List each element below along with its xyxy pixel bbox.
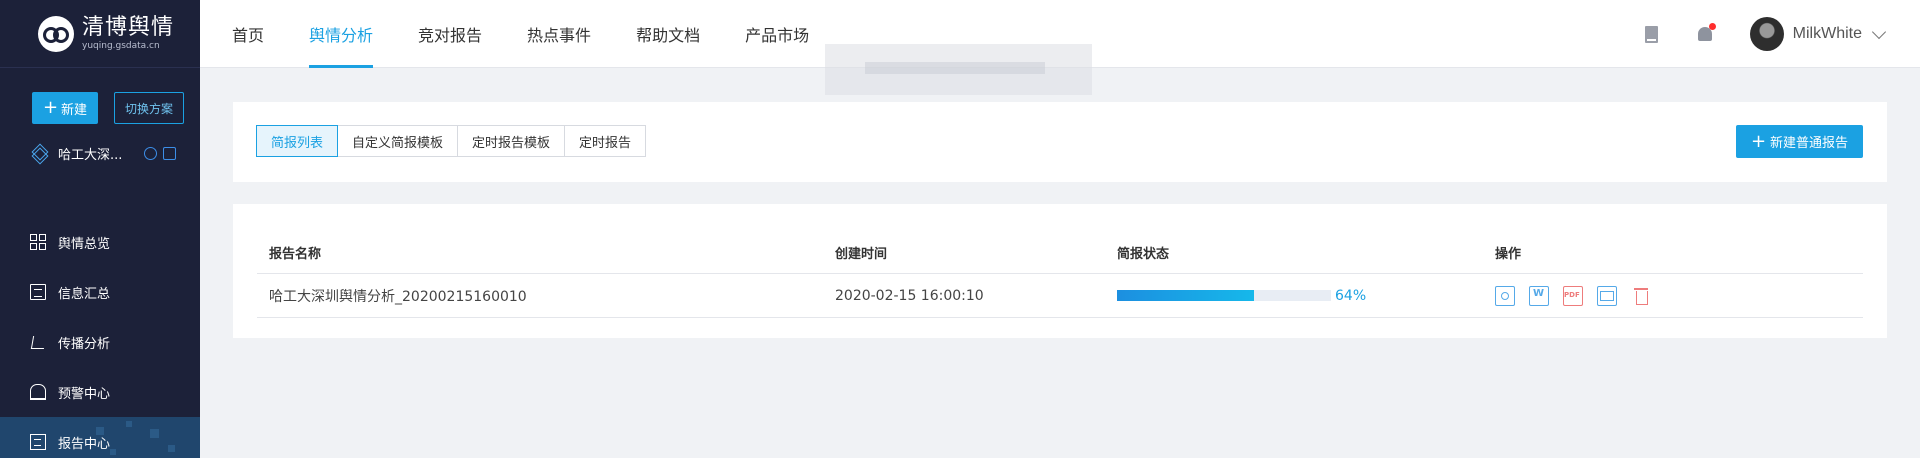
progress-percent: 64%: [1335, 287, 1367, 304]
grid-icon: [30, 234, 46, 250]
logo[interactable]: 清博舆情 yuqing.gsdata.cn: [0, 0, 200, 68]
new-scheme-label: 新建: [61, 102, 88, 118]
share-network-icon: [30, 334, 46, 350]
chevron-down-icon[interactable]: [1871, 24, 1887, 40]
report-status: 64%: [1117, 274, 1366, 317]
username[interactable]: MilkWhite: [1793, 25, 1862, 43]
book-icon[interactable]: [1644, 25, 1658, 43]
sidebar-item-report-center[interactable]: 报告中心: [0, 417, 200, 458]
pixel-decoration: [96, 427, 104, 435]
view-icon[interactable]: [1495, 285, 1515, 306]
report-tabs-panel: 简报列表 自定义简报模板 定时报告模板 定时报告 + 新建普通报告: [233, 102, 1887, 182]
edit-icon[interactable]: [163, 147, 176, 160]
brand-domain: yuqing.gsdata.cn: [82, 40, 160, 51]
sidebar-item-label: 舆情总览: [58, 236, 111, 252]
tab-scheduled-report[interactable]: 定时报告: [564, 125, 647, 157]
report-table: 报告名称 创建时间 简报状态 操作 哈工大深圳舆情分析_202002151600…: [233, 204, 1887, 338]
email-icon[interactable]: [1597, 285, 1617, 306]
column-header-actions: 操作: [1495, 247, 1522, 262]
sidebar-item-label: 报告中心: [58, 436, 111, 452]
sidebar-item-overview[interactable]: 舆情总览: [0, 217, 200, 267]
sidebar-item-alert-center[interactable]: 预警中心: [0, 367, 200, 417]
nav-hot-events[interactable]: 热点事件: [527, 0, 591, 68]
scheme-name: 哈工大深...: [58, 148, 123, 163]
tab-brief-list[interactable]: 简报列表: [256, 125, 339, 157]
nav-help-docs[interactable]: 帮助文档: [636, 0, 700, 68]
report-tabs: 简报列表 自定义简报模板 定时报告模板 定时报告: [256, 125, 647, 157]
row-actions: [1495, 274, 1651, 317]
nav-product-market[interactable]: 产品市场: [745, 0, 809, 68]
loading-toast: [825, 44, 1092, 95]
sidebar-nav: 舆情总览 信息汇总 传播分析 预警中心 报告中心: [0, 217, 200, 458]
word-export-icon[interactable]: [1529, 285, 1549, 306]
sidebar-item-label: 信息汇总: [58, 286, 111, 302]
sidebar-item-label: 预警中心: [58, 386, 111, 402]
plus-icon: +: [1750, 130, 1767, 152]
nav-competitor-report[interactable]: 竞对报告: [418, 0, 482, 68]
bell-icon[interactable]: [1697, 23, 1716, 41]
report-icon: [30, 434, 46, 450]
layers-icon: [32, 146, 48, 162]
nav-home[interactable]: 首页: [232, 0, 264, 68]
avatar[interactable]: [1749, 17, 1784, 51]
sidebar-item-info-summary[interactable]: 信息汇总: [0, 267, 200, 317]
tab-scheduled-template[interactable]: 定时报告模板: [457, 125, 566, 157]
sidebar: 清博舆情 yuqing.gsdata.cn + 新建 切换方案 哈工大深... …: [0, 0, 200, 458]
check-circle-icon[interactable]: [144, 147, 157, 160]
pixel-decoration: [110, 449, 116, 455]
delete-icon[interactable]: [1631, 286, 1651, 306]
column-header-status: 简报状态: [1117, 247, 1170, 262]
plus-icon: +: [42, 97, 59, 118]
brand-name: 清博舆情: [82, 14, 175, 40]
sidebar-item-label: 传播分析: [58, 336, 111, 352]
new-scheme-button[interactable]: + 新建: [32, 92, 98, 124]
column-header-created: 创建时间: [835, 247, 888, 262]
new-report-label: 新建普通报告: [1770, 136, 1849, 151]
table-row: 哈工大深圳舆情分析_20200215160010 2020-02-15 16:0…: [257, 274, 1863, 318]
new-report-button[interactable]: + 新建普通报告: [1736, 125, 1863, 158]
report-created-time: 2020-02-15 16:00:10: [835, 287, 984, 304]
pdf-export-icon[interactable]: [1563, 285, 1583, 306]
document-list-icon: [30, 284, 46, 300]
current-scheme[interactable]: 哈工大深...: [0, 124, 200, 163]
notification-dot: [1708, 23, 1716, 30]
tab-custom-template[interactable]: 自定义简报模板: [337, 125, 459, 157]
alarm-light-icon: [30, 384, 46, 400]
column-header-name: 报告名称: [269, 247, 322, 262]
progress-fill: [1117, 290, 1254, 301]
report-name: 哈工大深圳舆情分析_20200215160010: [269, 288, 527, 305]
pixel-decoration: [150, 429, 159, 438]
switch-scheme-button[interactable]: 切换方案: [114, 92, 184, 124]
logo-icon: [38, 15, 74, 52]
nav-sentiment-analysis[interactable]: 舆情分析: [309, 0, 374, 68]
sidebar-item-propagation[interactable]: 传播分析: [0, 317, 200, 367]
pixel-decoration: [126, 421, 132, 427]
table-header: 报告名称 创建时间 简报状态 操作: [257, 232, 1863, 274]
pixel-decoration: [168, 445, 175, 452]
progress-bar: [1117, 290, 1331, 301]
